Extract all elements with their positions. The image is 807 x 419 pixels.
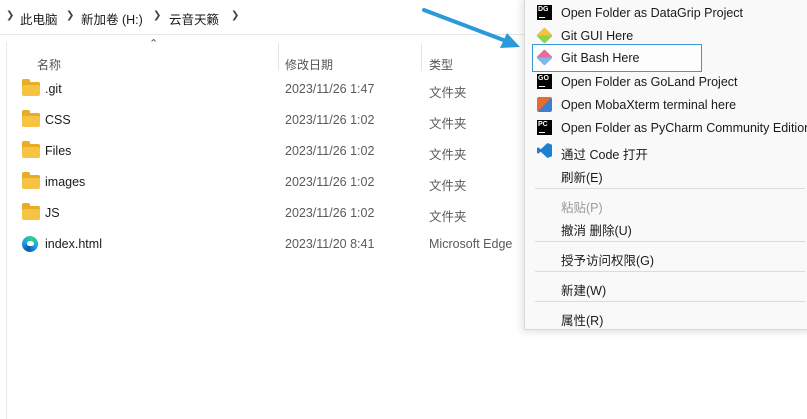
annotation-arrow: [422, 8, 520, 48]
